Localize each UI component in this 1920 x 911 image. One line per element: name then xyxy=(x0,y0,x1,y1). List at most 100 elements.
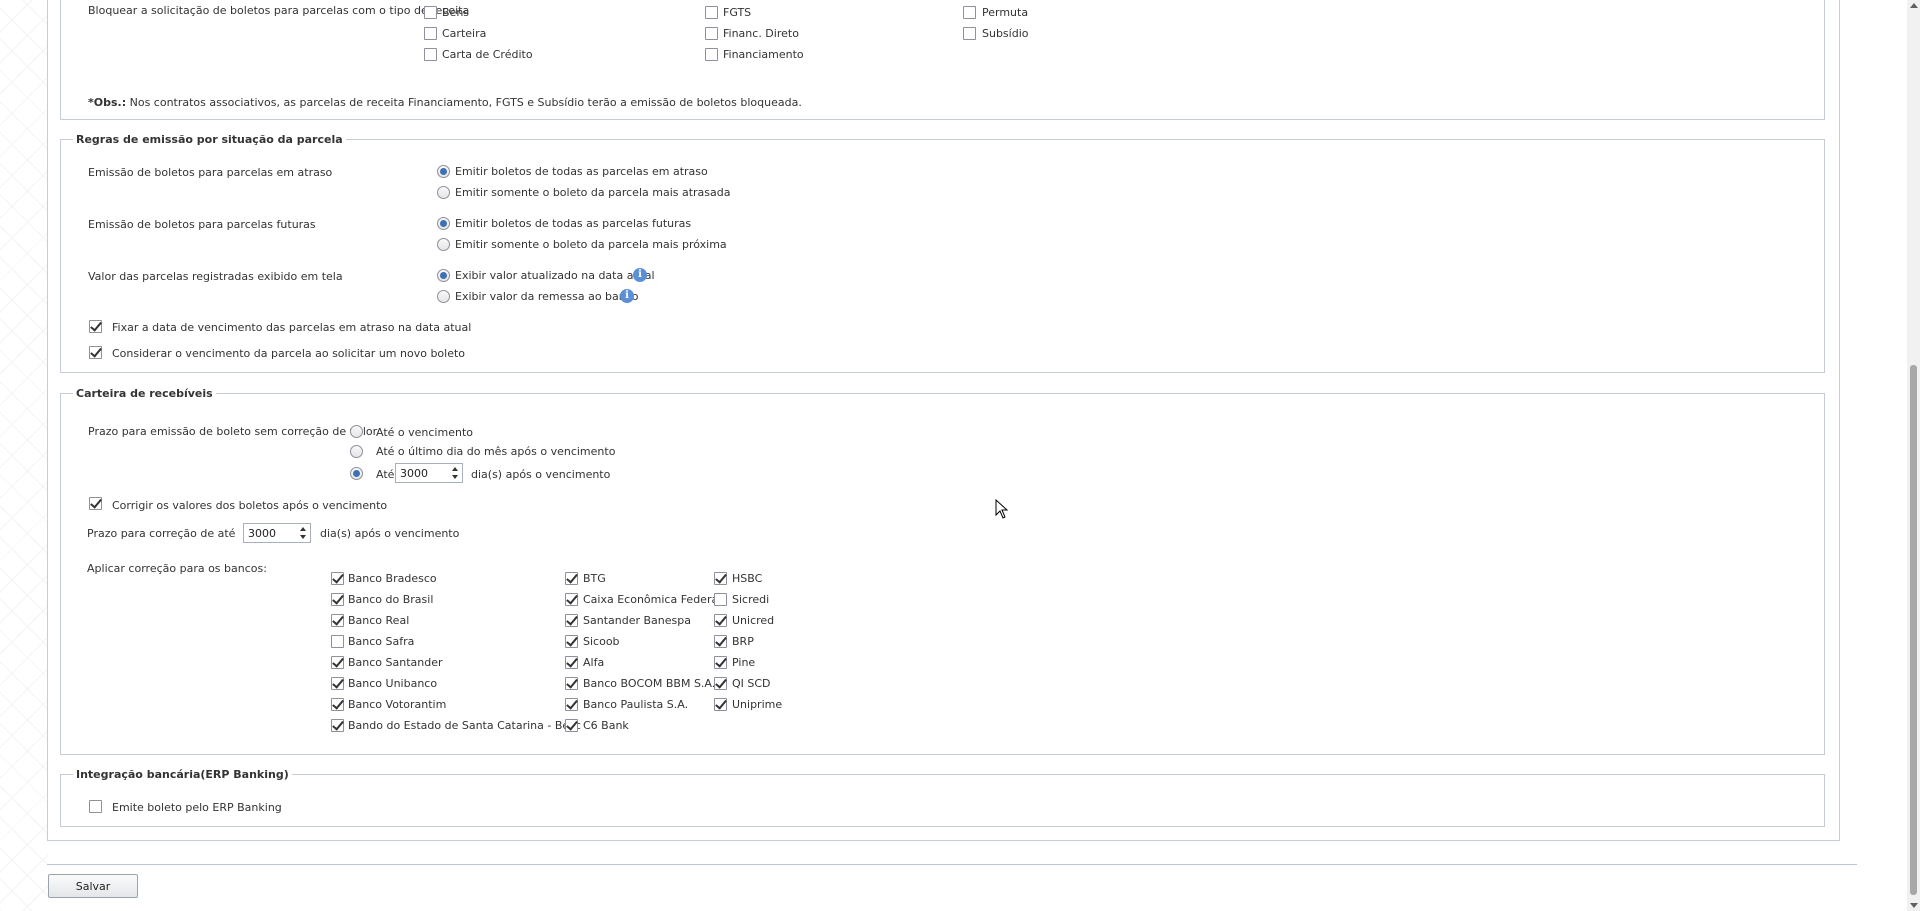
checkbox-banco-alfa[interactable] xyxy=(565,656,578,669)
settings-panel: Bloquear a solicitação de boletos para p… xyxy=(47,0,1840,841)
radio-valor-remessa[interactable] xyxy=(437,290,450,303)
checkbox-carta-de-credito[interactable] xyxy=(424,48,437,61)
checkbox-carteira-label: Carteira xyxy=(442,27,487,40)
tipo-receita-label: Bloquear a solicitação de boletos para p… xyxy=(88,4,470,17)
checkbox-banco-c6-bank[interactable] xyxy=(565,719,578,732)
checkbox-bens[interactable] xyxy=(424,6,437,19)
radio-valor-remessa-label: Exibir valor da remessa ao banco xyxy=(455,290,639,303)
integracao-legend: Integração bancária(ERP Banking) xyxy=(76,768,289,781)
checkbox-fixar-vencimento-label: Fixar a data de vencimento das parcelas … xyxy=(112,321,472,334)
checkbox-fgts[interactable] xyxy=(705,6,718,19)
radio-prazo-dias[interactable] xyxy=(350,467,363,480)
checkbox-banco-c6-bank-label: C6 Bank xyxy=(583,719,629,732)
checkbox-considerar-vencimento-label: Considerar o vencimento da parcela ao so… xyxy=(112,347,466,360)
checkbox-erp-banking[interactable] xyxy=(89,800,102,813)
radio-prazo-ultimo-dia[interactable] xyxy=(350,445,363,458)
checkbox-permuta[interactable] xyxy=(963,6,976,19)
checkbox-fgts-label: FGTS xyxy=(723,6,752,19)
checkbox-banco-caixa-economica-federal-label: Caixa Econômica Federal xyxy=(583,593,722,606)
checkbox-banco-banco-unibanco[interactable] xyxy=(331,677,344,690)
checkbox-banco-banco-real-label: Banco Real xyxy=(348,614,410,627)
checkbox-banco-sicoob-label: Sicoob xyxy=(583,635,620,648)
checkbox-banco-uniprime[interactable] xyxy=(714,698,727,711)
radio-futuras-todas[interactable] xyxy=(437,217,450,230)
scrollbar-thumb[interactable] xyxy=(1910,365,1917,895)
checkbox-banco-banco-santander-label: Banco Santander xyxy=(348,656,443,669)
checkbox-fixar-vencimento[interactable] xyxy=(89,320,102,333)
stepper-arrows[interactable] xyxy=(451,465,460,481)
checkbox-banco-banco-bradesco[interactable] xyxy=(331,572,344,585)
chevron-down-icon[interactable] xyxy=(300,535,306,539)
save-button[interactable]: Salvar xyxy=(48,874,138,898)
checkbox-banco-sicoob[interactable] xyxy=(565,635,578,648)
scroll-up-icon[interactable] xyxy=(1910,3,1918,8)
checkbox-financiamento[interactable] xyxy=(705,48,718,61)
checkbox-banco-banco-do-brasil[interactable] xyxy=(331,593,344,606)
info-icon[interactable]: i xyxy=(633,268,647,282)
checkbox-banco-banco-bocom-bbm-s-a-label: Banco BOCOM BBM S.A. xyxy=(583,677,716,690)
checkbox-banco-hsbc[interactable] xyxy=(714,572,727,585)
scroll-down-icon[interactable] xyxy=(1910,903,1918,908)
prazo-correcao-stepper[interactable]: 3000 xyxy=(243,523,311,543)
checkbox-banco-btg-label: BTG xyxy=(583,572,606,585)
checkbox-corrigir-valores-label: Corrigir os valores dos boletos após o v… xyxy=(112,499,388,512)
prazo-correcao-label: Prazo para correção de até xyxy=(87,527,236,540)
checkbox-banco-unicred-label: Unicred xyxy=(732,614,775,627)
integracao-section: Integração bancária(ERP Banking) xyxy=(60,768,1825,827)
radio-atraso-todas[interactable] xyxy=(437,165,450,178)
radio-futuras-mais-proxima-label: Emitir somente o boleto da parcela mais … xyxy=(455,238,727,251)
checkbox-subsidio-label: Subsídio xyxy=(982,27,1029,40)
checkbox-banco-banco-paulista-s-a[interactable] xyxy=(565,698,578,711)
checkbox-banco-banco-real[interactable] xyxy=(331,614,344,627)
chevron-up-icon[interactable] xyxy=(300,527,306,531)
prazo-label: Prazo para emissão de boleto sem correçã… xyxy=(88,425,378,438)
stepper-arrows[interactable] xyxy=(299,525,308,541)
checkbox-considerar-vencimento[interactable] xyxy=(89,346,102,359)
checkbox-financ-direto-label: Financ. Direto xyxy=(723,27,799,40)
vertical-scrollbar[interactable] xyxy=(1907,0,1920,911)
radio-prazo-vencimento-label: Até o vencimento xyxy=(376,426,473,439)
checkbox-banco-qi-scd[interactable] xyxy=(714,677,727,690)
prazo-dias-stepper[interactable]: 3000 xyxy=(395,463,463,483)
checkbox-banco-banco-unibanco-label: Banco Unibanco xyxy=(348,677,438,690)
checkbox-banco-btg[interactable] xyxy=(565,572,578,585)
aplicar-label: Aplicar correção para os bancos: xyxy=(87,562,267,575)
checkbox-banco-banco-safra[interactable] xyxy=(331,635,344,648)
checkbox-banco-pine[interactable] xyxy=(714,656,727,669)
checkbox-carta-de-credito-label: Carta de Crédito xyxy=(442,48,533,61)
radio-prazo-vencimento[interactable] xyxy=(350,425,363,438)
regras-legend: Regras de emissão por situação da parcel… xyxy=(76,133,343,146)
checkbox-banco-pine-label: Pine xyxy=(732,656,756,669)
radio-futuras-mais-proxima[interactable] xyxy=(437,238,450,251)
checkbox-banco-unicred[interactable] xyxy=(714,614,727,627)
checkbox-financ-direto[interactable] xyxy=(705,27,718,40)
checkbox-banco-banco-votorantim[interactable] xyxy=(331,698,344,711)
checkbox-banco-sicredi[interactable] xyxy=(714,593,727,606)
checkbox-banco-bando-do-estado-de-santa-catarina-besc[interactable] xyxy=(331,719,344,732)
checkbox-banco-santander-banespa[interactable] xyxy=(565,614,578,627)
checkbox-financiamento-label: Financiamento xyxy=(723,48,804,61)
radio-atraso-mais-atrasada[interactable] xyxy=(437,186,450,199)
prazo-dias-suffix: dia(s) após o vencimento xyxy=(471,468,611,481)
checkbox-subsidio[interactable] xyxy=(963,27,976,40)
checkbox-banco-banco-santander[interactable] xyxy=(331,656,344,669)
info-icon[interactable]: i xyxy=(620,289,634,303)
checkbox-carteira[interactable] xyxy=(424,27,437,40)
checkbox-banco-bando-do-estado-de-santa-catarina-besc-label: Bando do Estado de Santa Catarina - Besc xyxy=(348,719,581,732)
checkbox-banco-caixa-economica-federal[interactable] xyxy=(565,593,578,606)
radio-atraso-todas-label: Emitir boletos de todas as parcelas em a… xyxy=(455,165,708,178)
checkbox-corrigir-valores[interactable] xyxy=(89,497,102,510)
checkbox-banco-banco-bocom-bbm-s-a[interactable] xyxy=(565,677,578,690)
chevron-down-icon[interactable] xyxy=(452,475,458,479)
chevron-up-icon[interactable] xyxy=(452,467,458,471)
checkbox-banco-banco-votorantim-label: Banco Votorantim xyxy=(348,698,447,711)
checkbox-banco-banco-bradesco-label: Banco Bradesco xyxy=(348,572,437,585)
checkbox-banco-brp[interactable] xyxy=(714,635,727,648)
radio-valor-atualizado[interactable] xyxy=(437,269,450,282)
futuras-label: Emissão de boletos para parcelas futuras xyxy=(88,218,316,231)
carteira-section: Carteira de recebíveis xyxy=(60,387,1825,755)
checkbox-banco-santander-banespa-label: Santander Banespa xyxy=(583,614,691,627)
radio-atraso-mais-atrasada-label: Emitir somente o boleto da parcela mais … xyxy=(455,186,731,199)
checkbox-banco-qi-scd-label: QI SCD xyxy=(732,677,771,690)
prazo-dias-value: 3000 xyxy=(400,467,428,480)
